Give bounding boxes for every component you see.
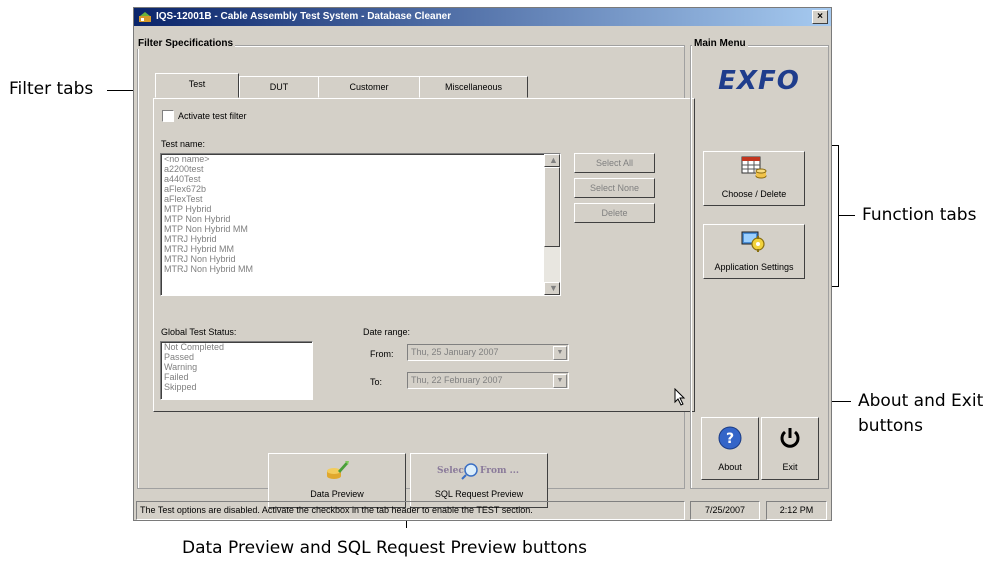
test-name-label: Test name:: [161, 139, 206, 149]
list-item[interactable]: Skipped: [161, 382, 312, 392]
list-item[interactable]: Passed: [161, 352, 312, 362]
sql-icon-from-text: From ...: [480, 466, 520, 476]
filter-tabs: Test DUT Customer Miscellaneous: [155, 73, 535, 100]
activate-test-filter-label: Activate test filter: [178, 111, 247, 121]
data-preview-label: Data Preview: [310, 489, 364, 499]
global-test-status-list[interactable]: Not Completed Passed Warning Failed Skip…: [160, 341, 313, 400]
svg-text:?: ?: [726, 431, 734, 447]
global-test-status-label: Global Test Status:: [161, 327, 237, 337]
settings-gear-icon: [741, 231, 765, 252]
to-label: To:: [370, 377, 383, 387]
list-item[interactable]: MTRJ Non Hybrid: [161, 254, 560, 264]
date-range-label: Date range:: [363, 327, 411, 337]
scroll-down-icon[interactable]: ▼: [544, 282, 560, 295]
list-item[interactable]: a2200test: [161, 164, 560, 174]
list-item[interactable]: MTRJ Hybrid: [161, 234, 560, 244]
tab-customer[interactable]: Customer: [318, 76, 420, 98]
sql-preview-icon: Select From ...: [425, 462, 535, 482]
select-none-button[interactable]: Select None: [574, 178, 655, 198]
choose-delete-label: Choose / Delete: [721, 189, 787, 199]
filter-tabs-callout: Filter tabs: [9, 79, 94, 99]
list-item[interactable]: MTRJ Hybrid MM: [161, 244, 560, 254]
status-message: The Test options are disabled. Activate …: [136, 501, 685, 520]
tab-miscellaneous[interactable]: Miscellaneous: [419, 76, 528, 98]
select-all-button[interactable]: Select All: [574, 153, 655, 173]
list-item[interactable]: MTRJ Non Hybrid MM: [161, 264, 560, 274]
list-item[interactable]: Failed: [161, 372, 312, 382]
choose-delete-button[interactable]: Choose / Delete: [703, 151, 805, 206]
from-label: From:: [370, 349, 394, 359]
sql-request-preview-label: SQL Request Preview: [434, 489, 524, 499]
magnifier-icon: [461, 463, 478, 480]
test-name-list[interactable]: <no name> a2200test a440Test aFlex672b a…: [160, 153, 561, 296]
preview-buttons-callout: Data Preview and SQL Request Preview but…: [182, 538, 587, 558]
data-preview-button[interactable]: Data Preview: [268, 453, 406, 508]
activate-test-filter-checkbox[interactable]: [162, 110, 174, 122]
about-label: About: [718, 462, 742, 472]
main-menu-legend: Main Menu: [692, 38, 748, 49]
close-button[interactable]: ×: [812, 10, 828, 24]
chevron-down-icon[interactable]: ▼: [553, 346, 567, 360]
application-settings-button[interactable]: Application Settings: [703, 224, 805, 279]
status-time: 2:12 PM: [766, 501, 827, 520]
function-tabs-callout-line: [839, 215, 855, 216]
list-item[interactable]: a440Test: [161, 174, 560, 184]
exit-label: Exit: [782, 462, 798, 472]
mouse-cursor-icon: [674, 388, 686, 406]
tab-test[interactable]: Test: [155, 73, 239, 98]
about-exit-callout-line1: About and Exit: [858, 391, 984, 411]
to-date-value: Thu, 22 February 2007: [411, 375, 503, 385]
tab-dut[interactable]: DUT: [239, 76, 319, 98]
chevron-down-icon[interactable]: ▼: [553, 374, 567, 388]
scroll-up-icon[interactable]: ▲: [544, 154, 560, 167]
window-title: IQS-12001B - Cable Assembly Test System …: [156, 11, 452, 22]
test-list-scrollbar[interactable]: ▲ ▼: [544, 154, 560, 295]
list-item[interactable]: MTP Hybrid: [161, 204, 560, 214]
app-window: IQS-12001B - Cable Assembly Test System …: [133, 7, 832, 521]
function-tabs-callout: Function tabs: [862, 205, 977, 225]
filter-specifications-legend: Filter Specifications: [136, 38, 236, 49]
list-item[interactable]: aFlex672b: [161, 184, 560, 194]
title-bar: IQS-12001B - Cable Assembly Test System …: [134, 8, 831, 26]
exit-button[interactable]: Exit: [761, 417, 819, 480]
test-tab-panel: Activate test filter Test name: <no name…: [153, 98, 695, 412]
delete-button[interactable]: Delete: [574, 203, 655, 223]
about-exit-callout-line2: buttons: [858, 416, 923, 436]
data-preview-icon: [327, 461, 349, 479]
help-icon: ?: [718, 426, 742, 450]
list-item[interactable]: Not Completed: [161, 342, 312, 352]
list-item[interactable]: MTP Non Hybrid MM: [161, 224, 560, 234]
from-date-value: Thu, 25 January 2007: [411, 347, 499, 357]
app-icon: [139, 12, 151, 22]
exfo-logo: EXFO: [718, 66, 800, 96]
list-item[interactable]: aFlexTest: [161, 194, 560, 204]
sql-request-preview-button[interactable]: Select From ... SQL Request Preview: [410, 453, 548, 508]
to-date-picker[interactable]: Thu, 22 February 2007 ▼: [407, 372, 569, 389]
power-icon: [780, 428, 800, 448]
list-item[interactable]: Warning: [161, 362, 312, 372]
about-button[interactable]: ? About: [701, 417, 759, 480]
status-date: 7/25/2007: [690, 501, 760, 520]
from-date-picker[interactable]: Thu, 25 January 2007 ▼: [407, 344, 569, 361]
scroll-thumb[interactable]: [544, 167, 560, 247]
table-database-icon: [741, 156, 767, 179]
list-item[interactable]: <no name>: [161, 154, 560, 164]
application-settings-label: Application Settings: [714, 262, 794, 272]
list-item[interactable]: MTP Non Hybrid: [161, 214, 560, 224]
